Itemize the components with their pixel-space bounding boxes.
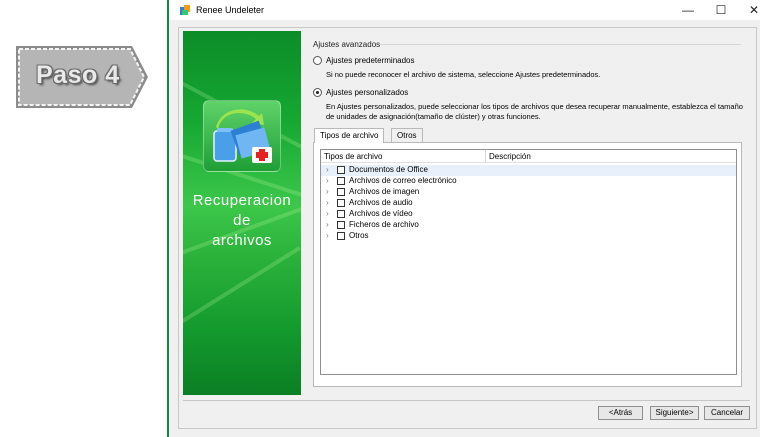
- recovery-logo-icon: [203, 100, 281, 172]
- back-button[interactable]: <Atrás: [598, 406, 643, 420]
- custom-settings-radio[interactable]: [313, 88, 322, 97]
- column-separator[interactable]: [485, 150, 486, 163]
- list-item-image-files[interactable]: › Archivos de imagen: [321, 187, 736, 198]
- file-types-panel: Tipos de archivo Descripción › Documento…: [313, 142, 742, 387]
- expand-chevron-icon[interactable]: ›: [326, 176, 329, 185]
- group-divider: [379, 44, 741, 45]
- next-button[interactable]: Siguiente>: [650, 406, 699, 420]
- expand-chevron-icon[interactable]: ›: [326, 220, 329, 229]
- custom-settings-label[interactable]: Ajustes personalizados: [326, 88, 408, 97]
- expand-chevron-icon[interactable]: ›: [326, 198, 329, 207]
- custom-settings-description: En Ajustes personalizados, puede selecci…: [326, 102, 743, 121]
- checkbox[interactable]: [337, 199, 345, 207]
- tab-file-types[interactable]: Tipos de archivo: [314, 128, 385, 143]
- list-header: Tipos de archivo Descripción: [321, 150, 736, 163]
- minimize-button[interactable]: —: [671, 0, 705, 20]
- checkbox[interactable]: [337, 210, 345, 218]
- wizard-client-area: Recuperacion de archivos Ajustes avanzad…: [169, 20, 760, 437]
- file-types-list[interactable]: Tipos de archivo Descripción › Documento…: [320, 149, 737, 375]
- banner-title-line-1: Recuperacion: [192, 192, 292, 209]
- list-item-label: Otros: [349, 231, 369, 240]
- list-item-label: Archivos de vídeo: [349, 209, 413, 218]
- step-badge: Paso 4: [14, 44, 150, 110]
- checkbox[interactable]: [337, 166, 345, 174]
- expand-chevron-icon[interactable]: ›: [326, 209, 329, 218]
- list-item-label: Archivos de audio: [349, 198, 413, 207]
- list-item-label: Archivos de imagen: [349, 187, 420, 196]
- left-banner: Recuperacion de archivos: [183, 31, 301, 395]
- list-item-email-files[interactable]: › Archivos de correo electrónico: [321, 176, 736, 187]
- banner-title-line-3: archivos: [212, 232, 272, 249]
- list-item-label: Ficheros de archivo: [349, 220, 419, 229]
- expand-chevron-icon[interactable]: ›: [326, 187, 329, 196]
- checkbox[interactable]: [337, 188, 345, 196]
- close-button[interactable]: ✕: [737, 0, 760, 20]
- settings-content: Ajustes avanzados Ajustes predeterminado…: [301, 31, 748, 397]
- list-item-archive-files[interactable]: › Ficheros de archivo: [321, 220, 736, 231]
- tab-others[interactable]: Otros: [391, 128, 423, 142]
- list-item-label: Documentos de Office: [349, 165, 429, 174]
- app-icon: [180, 5, 190, 15]
- checkbox[interactable]: [337, 177, 345, 185]
- banner-title: Recuperacion de archivos: [183, 191, 301, 251]
- expand-chevron-icon[interactable]: ›: [326, 165, 329, 174]
- list-item-label: Archivos de correo electrónico: [349, 176, 457, 185]
- default-settings-description: Si no puede reconocer el archivo de sist…: [326, 70, 601, 79]
- app-window: Renee Undeleter — ☐ ✕ Recuperacion de ar…: [167, 0, 760, 437]
- advanced-settings-label: Ajustes avanzados: [313, 40, 381, 49]
- list-item-others[interactable]: › Otros: [321, 231, 736, 242]
- checkbox[interactable]: [337, 221, 345, 229]
- default-settings-label[interactable]: Ajustes predeterminados: [326, 56, 415, 65]
- list-item-office-documents[interactable]: › Documentos de Office: [321, 165, 736, 176]
- maximize-button[interactable]: ☐: [704, 0, 738, 20]
- cancel-button[interactable]: Cancelar: [704, 406, 750, 420]
- column-description[interactable]: Descripción: [489, 152, 531, 161]
- default-settings-radio[interactable]: [313, 56, 322, 65]
- list-item-audio-files[interactable]: › Archivos de audio: [321, 198, 736, 209]
- footer-divider: [183, 400, 750, 401]
- list-item-video-files[interactable]: › Archivos de vídeo: [321, 209, 736, 220]
- banner-title-line-2: de: [233, 212, 251, 229]
- step-badge-label: Paso 4: [36, 61, 120, 89]
- checkbox[interactable]: [337, 232, 345, 240]
- column-file-types[interactable]: Tipos de archivo: [324, 152, 382, 161]
- expand-chevron-icon[interactable]: ›: [326, 231, 329, 240]
- window-title: Renee Undeleter: [196, 5, 265, 15]
- title-bar: Renee Undeleter — ☐ ✕: [169, 0, 760, 20]
